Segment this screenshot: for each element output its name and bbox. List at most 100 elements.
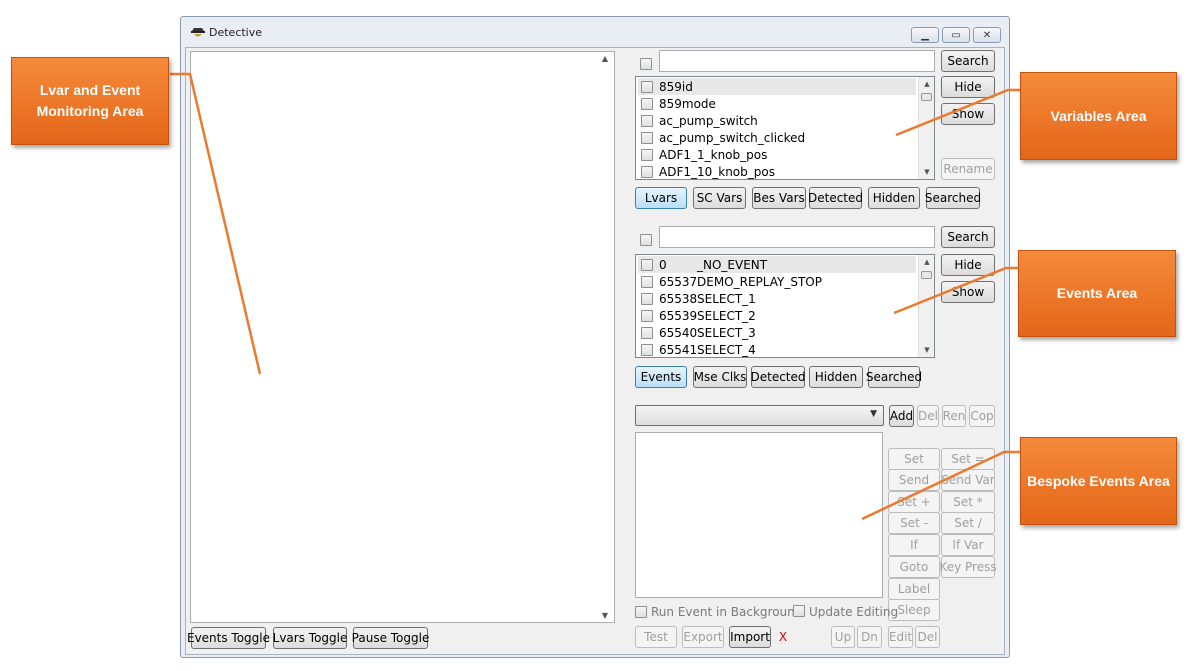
- item-checkbox[interactable]: [641, 97, 653, 110]
- move-down-button[interactable]: Dn: [857, 626, 882, 648]
- variables-show-button[interactable]: Show: [941, 103, 995, 125]
- events-select-all-checkbox[interactable]: [640, 234, 652, 246]
- list-item[interactable]: ac_pump_switch: [638, 112, 916, 129]
- item-checkbox[interactable]: [641, 326, 653, 339]
- scroll-thumb[interactable]: [921, 93, 932, 101]
- bespoke-add-button[interactable]: Add: [889, 405, 914, 427]
- list-item[interactable]: 65541 SELECT_4: [638, 341, 916, 357]
- variables-search-input[interactable]: [659, 50, 935, 72]
- events-list[interactable]: 0 _NO_EVENT 65537 DEMO_REPLAY_STOP 65538 SE…: [635, 254, 935, 358]
- maximize-icon: ▭: [951, 29, 961, 41]
- item-checkbox[interactable]: [641, 165, 653, 178]
- tab-detected-events[interactable]: Detected: [751, 366, 806, 388]
- list-item[interactable]: ADF1_10_knob_pos: [638, 163, 916, 179]
- list-item[interactable]: 0 _NO_EVENT: [638, 256, 916, 273]
- variables-rename-button[interactable]: Rename: [941, 158, 995, 180]
- item-checkbox[interactable]: [641, 80, 653, 93]
- title-bar: Detective ▁ ▭ ✕: [181, 17, 1009, 47]
- clear-x-button[interactable]: X: [775, 626, 791, 648]
- if-button[interactable]: If: [888, 534, 940, 556]
- list-item[interactable]: ac_pump_switch_clicked: [638, 129, 916, 146]
- lvars-toggle-button[interactable]: Lvars Toggle: [273, 627, 347, 649]
- list-item[interactable]: 65537 DEMO_REPLAY_STOP: [638, 273, 916, 290]
- scroll-thumb[interactable]: [921, 271, 932, 279]
- scroll-down-icon[interactable]: ▼: [919, 343, 934, 357]
- item-checkbox[interactable]: [641, 148, 653, 161]
- list-item[interactable]: ADF1_1_knob_pos: [638, 146, 916, 163]
- bespoke-ren-button[interactable]: Ren: [942, 405, 966, 427]
- set-button[interactable]: Set: [888, 448, 940, 470]
- variables-hide-button[interactable]: Hide: [941, 76, 995, 98]
- item-checkbox[interactable]: [641, 131, 653, 144]
- item-checkbox[interactable]: [641, 114, 653, 127]
- bespoke-script-editor[interactable]: [635, 432, 883, 598]
- tab-lvars[interactable]: Lvars: [635, 187, 687, 209]
- events-search-button[interactable]: Search: [941, 226, 995, 248]
- test-button[interactable]: Test: [635, 626, 677, 648]
- set-minus-button[interactable]: Set -: [888, 512, 940, 534]
- variables-search-button[interactable]: Search: [941, 50, 995, 72]
- variables-area-callout: Variables Area: [1020, 72, 1177, 160]
- tab-bes-vars[interactable]: Bes Vars: [752, 187, 806, 209]
- events-list-scrollbar[interactable]: ▲ ▼: [918, 255, 934, 357]
- list-item[interactable]: 859id: [638, 78, 916, 95]
- tab-events[interactable]: Events: [635, 366, 687, 388]
- set-plus-button[interactable]: Set +: [888, 491, 940, 513]
- tab-mse-clks[interactable]: Mse Clks: [693, 366, 747, 388]
- item-checkbox[interactable]: [641, 309, 653, 322]
- update-editing-checkbox[interactable]: [793, 605, 805, 617]
- import-button[interactable]: Import: [729, 626, 771, 648]
- item-checkbox[interactable]: [641, 343, 653, 356]
- chevron-down-icon: ▼: [870, 409, 877, 419]
- delete-line-button[interactable]: Del: [915, 626, 940, 648]
- tab-searched-events[interactable]: Searched: [866, 366, 922, 388]
- scroll-up-icon[interactable]: ▲: [919, 77, 934, 91]
- goto-button[interactable]: Goto: [888, 556, 940, 578]
- send-button[interactable]: Send: [888, 469, 940, 491]
- move-up-button[interactable]: Up: [831, 626, 855, 648]
- set-divide-button[interactable]: Set /: [941, 512, 995, 534]
- if-var-button[interactable]: If Var: [941, 534, 995, 556]
- maximize-button[interactable]: ▭: [942, 27, 970, 43]
- scroll-down-icon[interactable]: ▼: [919, 165, 934, 179]
- list-item[interactable]: 65540 SELECT_3: [638, 324, 916, 341]
- tab-hidden-vars[interactable]: Hidden: [868, 187, 920, 209]
- monitor-area[interactable]: ▲ ▼: [190, 51, 615, 623]
- list-item[interactable]: 859mode: [638, 95, 916, 112]
- send-var-button[interactable]: Send Var: [941, 469, 995, 491]
- update-editing-label: Update Editing: [809, 605, 899, 619]
- scroll-up-icon[interactable]: ▲: [598, 54, 612, 63]
- item-checkbox[interactable]: [641, 292, 653, 305]
- tab-sc-vars[interactable]: SC Vars: [693, 187, 746, 209]
- key-press-button[interactable]: Key Press: [939, 556, 997, 578]
- variables-select-all-checkbox[interactable]: [640, 58, 652, 70]
- bespoke-del-button[interactable]: Del: [917, 405, 939, 427]
- run-in-background-checkbox[interactable]: [635, 606, 647, 618]
- export-button[interactable]: Export: [682, 626, 724, 648]
- set-equals-button[interactable]: Set =: [941, 448, 995, 470]
- item-checkbox[interactable]: [641, 258, 653, 271]
- set-multiply-button[interactable]: Set *: [941, 491, 995, 513]
- label-button[interactable]: Label: [888, 578, 940, 600]
- pause-toggle-button[interactable]: Pause Toggle: [352, 627, 429, 649]
- item-checkbox[interactable]: [641, 275, 653, 288]
- tab-hidden-events[interactable]: Hidden: [809, 366, 863, 388]
- tab-searched-vars[interactable]: Searched: [925, 187, 981, 209]
- edit-line-button[interactable]: Edit: [888, 626, 913, 648]
- events-search-input[interactable]: [659, 226, 935, 248]
- variables-list[interactable]: 859id 859mode ac_pump_switch ac_pump_swi…: [635, 76, 935, 180]
- events-show-button[interactable]: Show: [941, 281, 995, 303]
- bespoke-cop-button[interactable]: Cop: [969, 405, 995, 427]
- events-toggle-button[interactable]: Events Toggle: [187, 627, 270, 649]
- minimize-button[interactable]: ▁: [911, 27, 939, 43]
- bespoke-event-dropdown[interactable]: ▼: [635, 405, 884, 426]
- variables-list-scrollbar[interactable]: ▲ ▼: [918, 77, 934, 179]
- events-hide-button[interactable]: Hide: [941, 254, 995, 276]
- scroll-down-icon[interactable]: ▼: [598, 611, 612, 620]
- list-item[interactable]: 65538 SELECT_1: [638, 290, 916, 307]
- tab-detected-vars[interactable]: Detected: [808, 187, 863, 209]
- scroll-up-icon[interactable]: ▲: [919, 255, 934, 269]
- close-button[interactable]: ✕: [973, 27, 1001, 43]
- list-item[interactable]: 65539 SELECT_2: [638, 307, 916, 324]
- close-icon: ✕: [982, 29, 992, 41]
